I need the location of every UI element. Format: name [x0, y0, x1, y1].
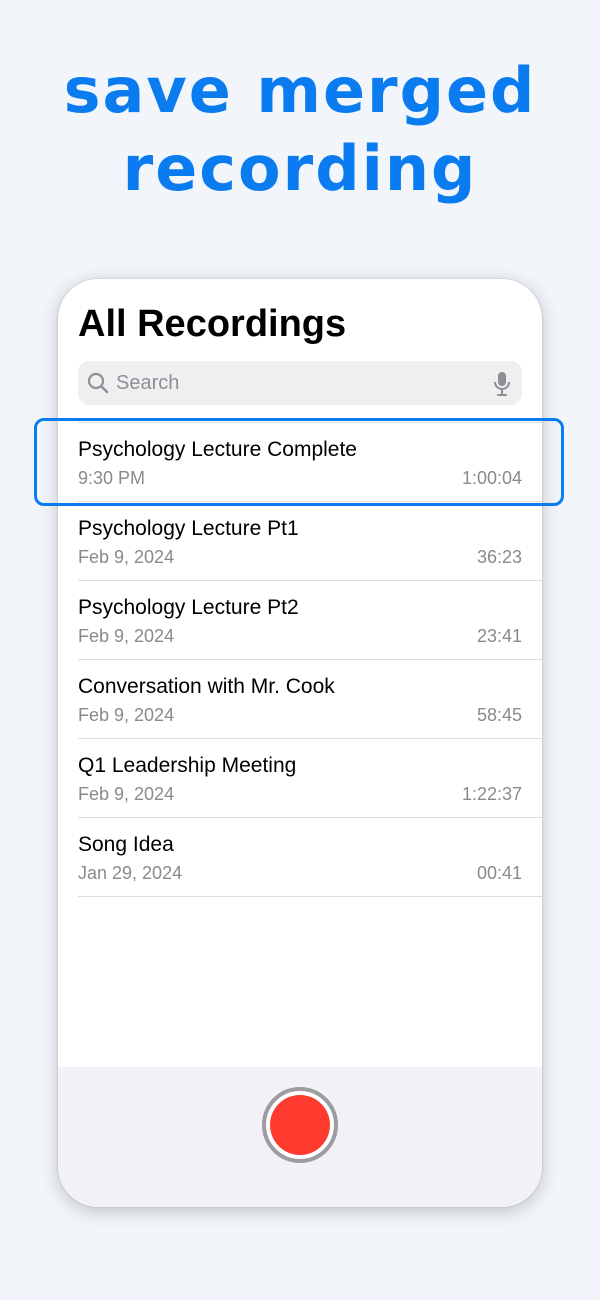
highlight-frame [34, 418, 564, 506]
recording-duration: 36:23 [476, 547, 522, 567]
record-icon [270, 1095, 330, 1155]
recording-date: Feb 9, 2024 [78, 626, 175, 646]
recording-row[interactable]: Q1 Leadership Meeting Feb 9, 2024 1:22:3… [78, 739, 542, 818]
recording-date: Feb 9, 2024 [78, 705, 175, 725]
recording-row[interactable]: Conversation with Mr. Cook Feb 9, 2024 5… [78, 660, 542, 739]
recording-row[interactable]: Psychology Lecture Pt2 Feb 9, 2024 23:41 [78, 581, 542, 660]
magnifying-glass-icon [87, 372, 109, 394]
microphone-icon[interactable] [492, 371, 512, 397]
recording-name: Song Idea [78, 833, 174, 856]
recording-date: Feb 9, 2024 [78, 784, 175, 804]
recording-row[interactable]: Psychology Lecture Pt1 Feb 9, 2024 36:23 [78, 502, 542, 581]
recording-duration: 00:41 [476, 863, 522, 883]
bottom-toolbar [58, 1067, 542, 1207]
recording-row[interactable]: Song Idea Jan 29, 2024 00:41 [78, 818, 542, 897]
recording-name: Q1 Leadership Meeting [78, 754, 297, 777]
recording-name: Psychology Lecture Pt1 [78, 517, 299, 540]
search-bar[interactable] [78, 361, 522, 405]
recording-name: Psychology Lecture Pt2 [78, 596, 299, 619]
recording-date: Feb 9, 2024 [78, 547, 175, 567]
recording-duration: 1:22:37 [461, 784, 522, 804]
page-title: All Recordings [78, 303, 347, 345]
recording-date: Jan 29, 2024 [78, 863, 183, 883]
search-input[interactable] [116, 361, 476, 405]
recording-duration: 23:41 [476, 626, 522, 646]
headline-line-2: recording [122, 132, 478, 205]
headline: save merged recording [0, 52, 600, 208]
headline-line-1: save merged [63, 54, 537, 127]
record-button[interactable] [262, 1087, 338, 1163]
recording-name: Conversation with Mr. Cook [78, 675, 335, 698]
recording-duration: 58:45 [476, 705, 522, 725]
